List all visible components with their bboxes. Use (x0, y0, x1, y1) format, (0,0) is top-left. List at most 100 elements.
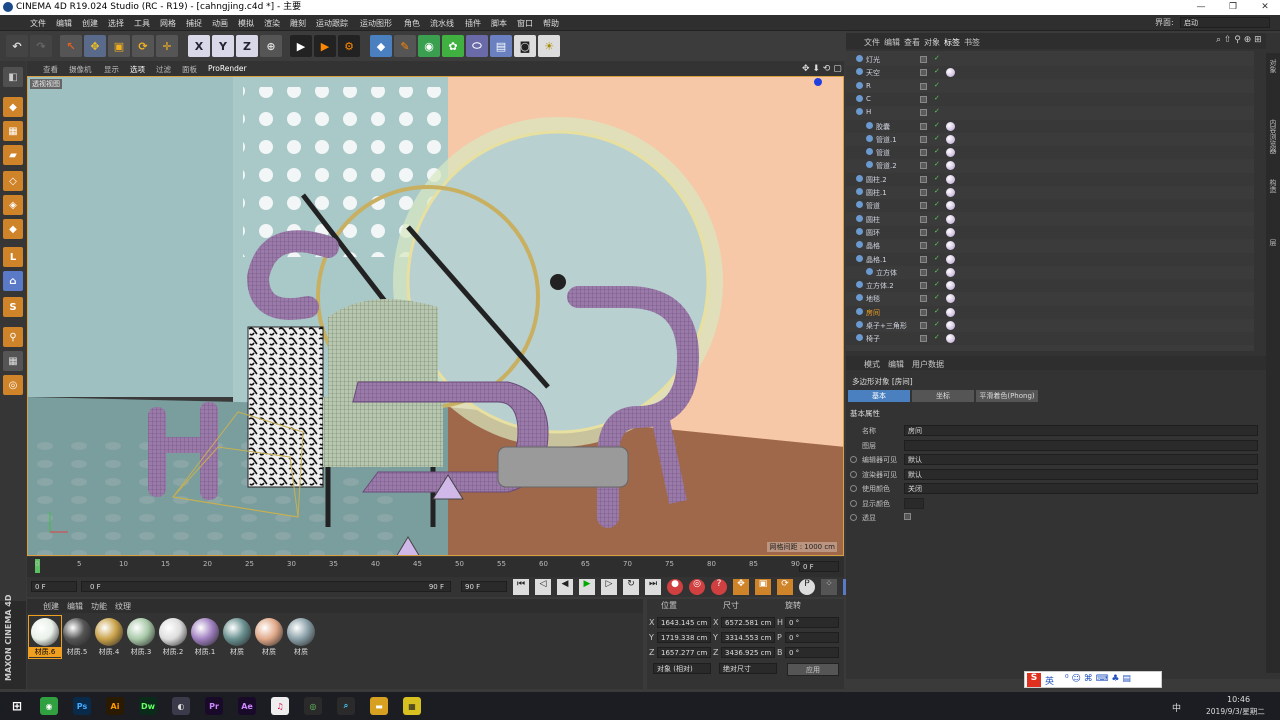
go-start-icon[interactable]: ⏮ (513, 579, 529, 595)
visibility-toggle-icon[interactable] (920, 242, 927, 250)
viewport-nav-icon[interactable]: ✥ ⬇ ⟲ ▢ (802, 64, 842, 74)
side-tab[interactable]: 层 (1268, 239, 1278, 246)
model-mode-icon[interactable]: ◆ (3, 97, 23, 117)
apply-button[interactable]: 应用 (787, 663, 839, 676)
coord-system-icon[interactable]: ⊕ (260, 35, 282, 57)
z-axis-icon[interactable]: Z (236, 35, 258, 57)
enabled-check-icon[interactable]: ✓ (934, 280, 940, 288)
size-field[interactable]: 3436.925 cm (721, 647, 775, 658)
menu-item[interactable]: 雕刻 (290, 18, 306, 29)
object-row[interactable]: 灯光 ✓ (846, 53, 1254, 66)
enabled-check-icon[interactable]: ✓ (934, 267, 940, 275)
attr-field[interactable] (904, 439, 1258, 451)
menu-item[interactable]: 帮助 (543, 18, 559, 29)
display-color-swatch[interactable] (904, 498, 924, 509)
object-row[interactable]: 圆环 ✓ (846, 225, 1254, 239)
object-row[interactable]: 立方体.2 ✓ (846, 279, 1254, 293)
object-row[interactable]: 管道.1 ✓ (846, 133, 1254, 146)
windows-start-icon[interactable]: ⊞ (8, 697, 26, 715)
enabled-check-icon[interactable]: ✓ (934, 134, 940, 142)
menu-item[interactable]: 流水线 (430, 18, 454, 29)
lock-workplane-icon[interactable]: ⚲ (3, 327, 23, 347)
render-view-icon[interactable]: ▶ (290, 35, 312, 57)
keyframe-help-icon[interactable]: ? (711, 579, 727, 595)
visibility-toggle-icon[interactable] (920, 189, 927, 196)
attr-menu-item[interactable]: 用户数据 (912, 359, 944, 370)
object-menu-item[interactable]: 书签 (964, 37, 980, 48)
browser-icon[interactable]: ◉ (40, 697, 58, 715)
key-param-icon[interactable]: P (799, 579, 815, 595)
render-picture-icon[interactable]: ▶ (314, 35, 336, 57)
premiere-icon[interactable]: Pr (205, 697, 223, 715)
light-icon[interactable]: ☀ (538, 35, 560, 57)
material-preview[interactable] (255, 618, 283, 646)
next-frame-icon[interactable]: ▷ (601, 579, 617, 595)
enabled-check-icon[interactable]: ✓ (934, 107, 940, 115)
visibility-toggle-icon[interactable] (920, 295, 927, 303)
folder-icon[interactable]: ▬ (370, 697, 388, 715)
tag-icon[interactable] (946, 201, 955, 211)
enabled-check-icon[interactable]: ✓ (934, 293, 940, 301)
side-tab[interactable]: 对象 (1268, 59, 1278, 73)
size-field[interactable]: 3314.553 cm (721, 632, 775, 643)
side-tab[interactable]: 构造 (1268, 179, 1278, 193)
visibility-toggle-icon[interactable] (920, 255, 927, 263)
visibility-toggle-icon[interactable] (920, 122, 927, 130)
rotation-field[interactable]: 0 ° (785, 647, 839, 658)
key-rotation-icon[interactable]: ⟳ (777, 579, 793, 595)
wechat-icon[interactable]: ◎ (304, 697, 322, 715)
visibility-toggle-icon[interactable] (920, 175, 927, 183)
move-icon[interactable]: ✥ (84, 35, 106, 57)
tag-icon[interactable] (946, 134, 955, 144)
solo-icon[interactable]: ◎ (3, 375, 23, 395)
edges-mode-icon[interactable]: ◈ (3, 195, 23, 215)
viewport-menu-item[interactable]: 过滤 (156, 64, 171, 75)
make-editable-icon[interactable]: ◧ (3, 67, 23, 87)
object-menu-item[interactable]: 对象 (924, 37, 940, 48)
enabled-check-icon[interactable]: ✓ (934, 307, 940, 315)
visibility-toggle-icon[interactable] (920, 149, 927, 157)
attr-field[interactable]: 默认 (904, 454, 1258, 465)
position-field[interactable]: 1643.145 cm (657, 617, 711, 628)
object-row[interactable]: 管道 ✓ (846, 199, 1254, 213)
tag-icon[interactable] (946, 188, 955, 197)
loop-icon[interactable]: ↻ (623, 579, 639, 595)
enabled-check-icon[interactable]: ✓ (934, 81, 940, 89)
position-field[interactable]: 1719.338 cm (657, 632, 711, 643)
viewport-menu-item[interactable]: ProRender (208, 64, 247, 73)
enabled-check-icon[interactable]: ✓ (934, 147, 940, 155)
cloner-icon[interactable]: ✿ (442, 35, 464, 57)
visibility-toggle-icon[interactable] (920, 282, 927, 290)
object-row[interactable]: 管道 ✓ (846, 146, 1254, 160)
tag-icon[interactable] (946, 174, 955, 184)
visibility-toggle-icon[interactable] (920, 69, 927, 77)
menu-item[interactable]: 脚本 (491, 18, 507, 29)
visibility-toggle-icon[interactable] (920, 308, 927, 316)
layout-select[interactable]: 启动 (1180, 17, 1270, 28)
object-row[interactable]: 天空 ✓ (846, 66, 1254, 80)
play-icon[interactable]: ▶ (579, 579, 595, 595)
axis-mode-icon[interactable]: L (3, 247, 23, 267)
tag-icon[interactable] (946, 307, 955, 317)
size-mode-select[interactable]: 绝对尺寸 (719, 663, 777, 674)
tag-icon[interactable] (946, 241, 955, 251)
enabled-check-icon[interactable]: ✓ (934, 254, 940, 262)
attr-field[interactable]: 默认 (904, 468, 1258, 480)
camera-icon[interactable]: ◙ (514, 35, 536, 57)
enabled-check-icon[interactable]: ✓ (934, 174, 940, 182)
object-row[interactable]: 胶囊 ✓ (846, 119, 1254, 133)
deformer-icon[interactable]: ⬭ (466, 35, 488, 57)
menu-item[interactable]: 动画 (212, 18, 228, 29)
menu-item[interactable]: 渲染 (264, 18, 280, 29)
attr-tab[interactable]: 平滑着色(Phong) (976, 390, 1038, 402)
points-mode-icon[interactable]: ◇ (3, 171, 23, 191)
menu-item[interactable]: 捕捉 (186, 18, 202, 29)
tag-icon[interactable] (946, 321, 955, 330)
object-row[interactable]: 桌子+三角形 ✓ (846, 319, 1254, 332)
menu-item[interactable]: 文件 (30, 18, 46, 29)
object-row[interactable]: 圆柱.2 ✓ (846, 172, 1254, 186)
tag-icon[interactable] (946, 121, 955, 131)
material-preview[interactable] (223, 618, 251, 646)
snap-icon[interactable]: S (3, 297, 23, 317)
rotation-field[interactable]: 0 ° (785, 632, 839, 643)
